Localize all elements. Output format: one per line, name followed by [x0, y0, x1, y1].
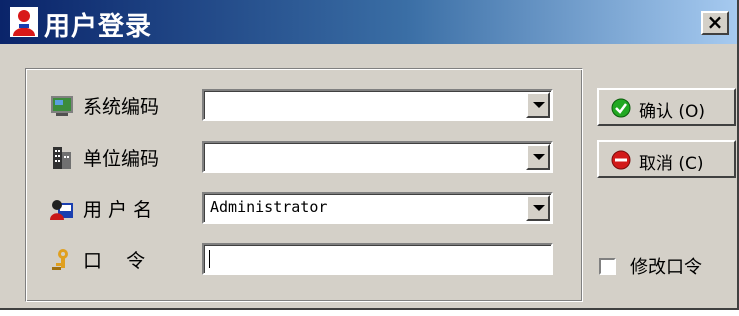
cancel-label: 取消 (C) [639, 154, 704, 174]
change-password-label: 修改口令 [630, 257, 702, 278]
system-code-row: 系统编码 [26, 86, 582, 124]
username-combo[interactable]: Administrator [202, 192, 553, 224]
change-password-checkbox[interactable] [599, 258, 616, 275]
unit-code-label: 单位编码 [83, 148, 160, 170]
chevron-down-icon[interactable] [526, 195, 550, 221]
username-value: Administrator [210, 198, 328, 216]
title-bar[interactable]: 用户登录 × [0, 0, 737, 44]
login-fields-group: 系统编码 单位编码 用 户 名 Administrator 口 令 [25, 68, 583, 302]
text-caret [209, 250, 210, 268]
password-row: 口 令 [26, 240, 582, 278]
monitor-icon [51, 96, 73, 116]
close-icon: × [706, 10, 724, 34]
unit-code-combo[interactable] [202, 141, 553, 173]
confirm-label: 确认 (O) [639, 102, 706, 122]
password-input[interactable] [202, 243, 553, 275]
system-code-label: 系统编码 [83, 96, 160, 118]
login-dialog: 用户登录 × 系统编码 单位编码 用 户 名 Administrator 口 令… [0, 0, 739, 310]
username-label: 用 户 名 [83, 199, 153, 221]
username-row: 用 户 名 Administrator [26, 189, 582, 227]
confirm-button[interactable]: 确认 (O) [597, 88, 736, 126]
unit-code-row: 单位编码 [26, 138, 582, 176]
key-icon [52, 249, 68, 270]
building-icon [53, 147, 71, 169]
window-title: 用户登录 [44, 12, 153, 42]
no-entry-icon [611, 150, 631, 170]
user-icon [10, 7, 38, 37]
chevron-down-icon[interactable] [526, 92, 550, 118]
cancel-button[interactable]: 取消 (C) [597, 140, 736, 178]
check-circle-icon [611, 98, 631, 118]
chevron-down-icon[interactable] [526, 144, 550, 170]
system-code-combo[interactable] [202, 89, 553, 121]
user-card-icon [50, 200, 73, 220]
close-button[interactable]: × [701, 11, 729, 35]
password-label: 口 令 [83, 250, 146, 272]
